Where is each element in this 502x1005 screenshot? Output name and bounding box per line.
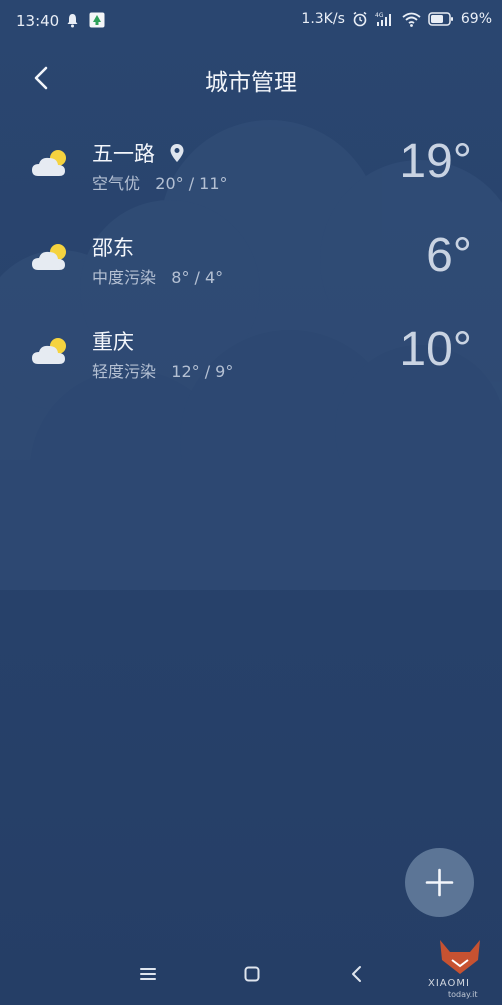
battery-percent: 69%	[460, 11, 492, 27]
xiaomi-today-watermark: XIAOMI today.it	[420, 930, 500, 1000]
city-item-wuyilu[interactable]: 五一路 空气优 20° / 11° 19°	[0, 132, 502, 218]
city-name: 邵东	[92, 236, 134, 260]
city-temperature: 6°	[426, 229, 472, 282]
add-city-button[interactable]	[405, 848, 474, 917]
partly-cloudy-icon	[32, 338, 66, 364]
header: 城市管理	[0, 54, 502, 104]
home-icon[interactable]	[237, 959, 267, 989]
location-pin-icon	[170, 144, 184, 162]
city-detail: 轻度污染 12° / 9°	[92, 362, 234, 381]
partly-cloudy-icon	[32, 150, 66, 176]
notification-bell-icon	[67, 13, 78, 27]
menu-icon[interactable]	[133, 959, 163, 989]
city-name-row: 五一路	[92, 138, 185, 168]
network-type: 4G	[375, 12, 384, 19]
wifi-icon	[402, 12, 421, 27]
partly-cloudy-icon	[32, 244, 66, 270]
city-item-chongqing[interactable]: 重庆 轻度污染 12° / 9° 10°	[0, 320, 502, 406]
alarm-icon	[353, 11, 367, 27]
page-title: 城市管理	[205, 70, 297, 96]
status-time: 13:40	[16, 12, 60, 30]
city-item-shaodong[interactable]: 邵东 中度污染 8° / 4° 6°	[0, 226, 502, 312]
status-bar: 13:40 1.3K/s 4G 69%	[0, 0, 502, 44]
city-name: 重庆	[92, 330, 134, 354]
city-temperature: 10°	[399, 323, 472, 376]
city-name-row: 重庆	[92, 326, 134, 356]
fox-logo-icon	[440, 940, 480, 974]
watermark-brand: XIAOMI	[428, 978, 470, 989]
city-detail: 中度污染 8° / 4°	[92, 268, 224, 287]
battery-icon	[428, 12, 453, 26]
cellular-signal-icon: 4G	[375, 12, 391, 26]
city-detail: 空气优 20° / 11°	[92, 174, 228, 193]
city-name-row: 邵东	[92, 232, 134, 262]
city-temperature: 19°	[399, 135, 472, 188]
plus-icon	[425, 868, 454, 897]
app-notification-icon	[89, 12, 105, 28]
city-name: 五一路	[92, 142, 155, 166]
watermark-site: today.it	[448, 990, 478, 999]
back-nav-icon[interactable]	[342, 959, 372, 989]
network-speed: 1.3K/s	[301, 11, 345, 27]
